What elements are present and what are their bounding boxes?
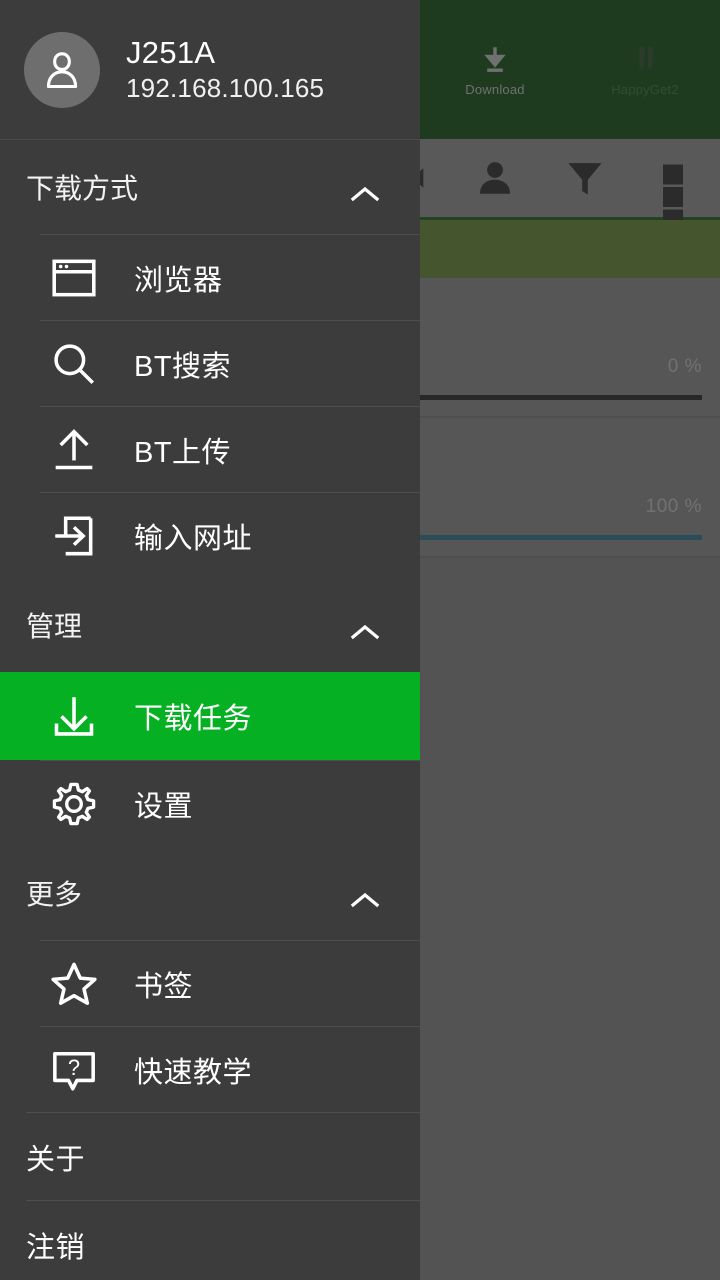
section-header-management[interactable]: 管理	[0, 578, 420, 672]
sidebar-item-label: 下载任务	[134, 703, 253, 735]
chevron-up-icon[interactable]	[350, 178, 380, 202]
sidebar-item-label: BT上传	[134, 436, 232, 469]
sidebar-item-label: 关于	[26, 1143, 86, 1176]
svg-text:?: ?	[68, 1054, 80, 1079]
search-icon	[46, 336, 102, 392]
sidebar-item-download-tasks[interactable]: 下载任务	[0, 672, 420, 760]
user-icon[interactable]	[474, 157, 516, 199]
browser-window-icon	[46, 250, 102, 306]
task-percent: 0 %	[667, 356, 702, 377]
enter-url-icon	[46, 508, 102, 564]
section-header-download-methods[interactable]: 下载方式	[0, 140, 420, 234]
filter-icon[interactable]	[564, 157, 606, 199]
task-percent: 100 %	[645, 496, 702, 517]
download-task-icon	[46, 688, 102, 744]
sidebar-item-bookmarks[interactable]: 书签	[40, 940, 420, 1026]
tab-happyget2-label: HappyGet2	[611, 82, 679, 97]
sidebar-item-label: 浏览器	[134, 264, 223, 297]
sidebar-item-logout[interactable]: 注销	[26, 1200, 420, 1280]
app-bar-tabs: Download HappyGet2	[420, 0, 720, 139]
toolbar-icon-group	[412, 139, 720, 230]
sidebar-item-label: 书签	[134, 970, 194, 1003]
sidebar-item-label: BT搜索	[134, 350, 232, 383]
sidebar-item-settings[interactable]: 设置	[40, 760, 420, 846]
user-name: J251A	[126, 35, 216, 71]
pause-bars-icon	[628, 43, 662, 77]
sidebar-item-quick-tutorial[interactable]: ? 快速教学	[40, 1026, 420, 1112]
user-info: J251A 192.168.100.165	[126, 35, 324, 104]
sidebar-item-label: 设置	[134, 790, 194, 823]
person-avatar-icon	[24, 31, 100, 108]
screen-root: Download HappyGet2 0 % 100 % J251A 192.1…	[0, 0, 720, 1280]
sidebar-item-label: 输入网址	[134, 522, 253, 555]
tab-download-label: Download	[465, 82, 525, 97]
sidebar-item-label: 快速教学	[134, 1056, 253, 1089]
tab-happyget2[interactable]: HappyGet2	[570, 0, 720, 139]
chevron-up-icon[interactable]	[350, 616, 380, 640]
drawer-header[interactable]: J251A 192.168.100.165	[0, 0, 420, 140]
section-title: 更多	[26, 879, 83, 910]
section-title: 下载方式	[26, 173, 139, 204]
download-arrow-icon	[478, 43, 512, 77]
overflow-menu-icon[interactable]	[658, 157, 688, 230]
tab-download[interactable]: Download	[420, 0, 570, 139]
navigation-drawer: J251A 192.168.100.165 下载方式 浏览器 BT搜索 BT上传…	[0, 0, 420, 1280]
sidebar-item-about[interactable]: 关于	[26, 1112, 420, 1200]
sidebar-item-enter-url[interactable]: 输入网址	[40, 492, 420, 578]
sidebar-item-bt-search[interactable]: BT搜索	[40, 320, 420, 406]
sidebar-item-label: 注销	[26, 1231, 86, 1264]
chevron-up-icon[interactable]	[350, 884, 380, 908]
user-ip-address: 192.168.100.165	[126, 72, 325, 103]
section-title: 管理	[26, 611, 83, 642]
section-header-more[interactable]: 更多	[0, 846, 420, 940]
help-tooltip-icon: ?	[46, 1042, 102, 1098]
sidebar-item-browser[interactable]: 浏览器	[40, 234, 420, 320]
sidebar-item-bt-upload[interactable]: BT上传	[40, 406, 420, 492]
star-icon	[46, 956, 102, 1012]
upload-arrow-icon	[46, 422, 102, 478]
gear-icon	[46, 776, 102, 832]
